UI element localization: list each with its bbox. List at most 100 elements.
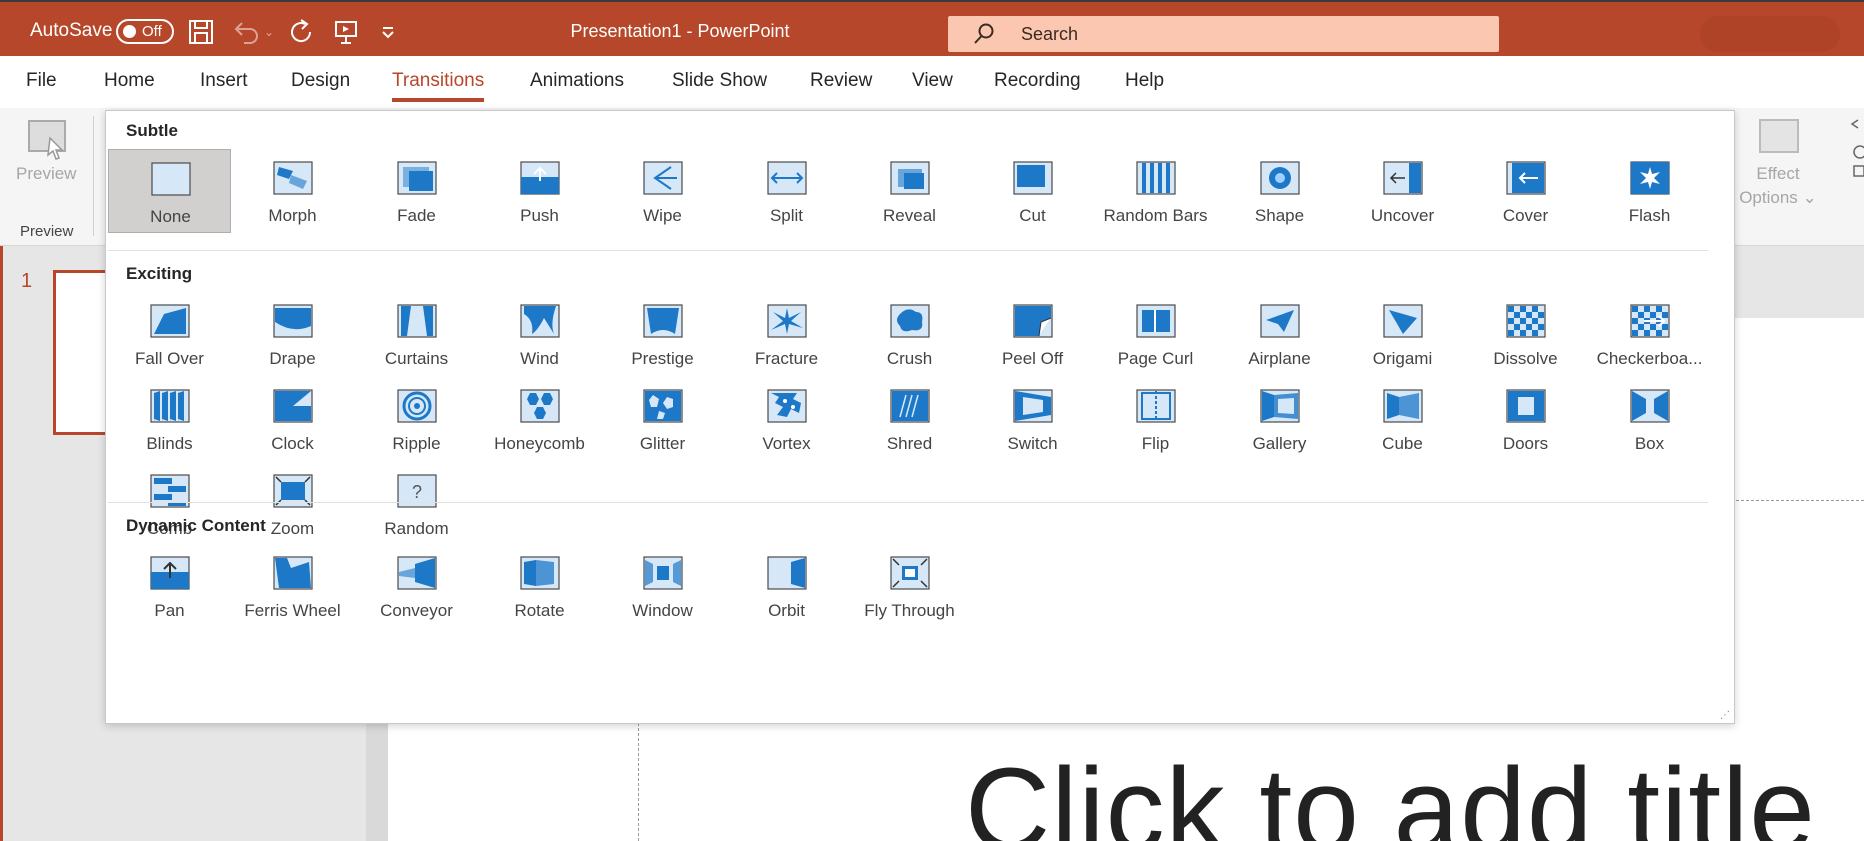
origami-transition-icon (1383, 304, 1423, 338)
none-transition-icon (151, 162, 191, 196)
shape-transition-icon (1260, 161, 1300, 195)
tab-view[interactable]: View (912, 70, 953, 92)
transition-glitter[interactable]: Glitter (601, 377, 724, 461)
transition-label: Honeycomb (494, 434, 585, 453)
ribbon-separator (93, 116, 94, 236)
transition-orbit[interactable]: Orbit (725, 544, 848, 628)
transition-curtains[interactable]: Curtains (355, 292, 478, 376)
effect-options-icon[interactable] (1758, 118, 1800, 161)
fracture-transition-icon (767, 304, 807, 338)
transition-clock[interactable]: Clock (231, 377, 354, 461)
transition-cut[interactable]: Cut (971, 149, 1094, 233)
transition-page-curl[interactable]: Page Curl (1094, 292, 1217, 376)
tab-help[interactable]: Help (1125, 70, 1164, 92)
tab-home[interactable]: Home (104, 70, 155, 92)
transition-origami[interactable]: Origami (1341, 292, 1464, 376)
transition-conveyor[interactable]: Conveyor (355, 544, 478, 628)
transition-flip[interactable]: Flip (1094, 377, 1217, 461)
transition-peel-off[interactable]: Peel Off (971, 292, 1094, 376)
transition-switch[interactable]: Switch (971, 377, 1094, 461)
uncover-transition-icon (1383, 161, 1423, 195)
transition-fall-over[interactable]: Fall Over (108, 292, 231, 376)
transition-honeycomb[interactable]: Honeycomb (478, 377, 601, 461)
transition-prestige[interactable]: Prestige (601, 292, 724, 376)
transition-pan[interactable]: Pan (108, 544, 231, 628)
slide-thumbnail[interactable] (53, 270, 113, 435)
transition-ripple[interactable]: Ripple (355, 377, 478, 461)
effect-options-label[interactable]: Effect Options ⌄ (1738, 162, 1818, 210)
tab-insert[interactable]: Insert (200, 70, 248, 92)
toggle-knob (123, 25, 136, 38)
section-title-dynamic-content: Dynamic Content (126, 516, 266, 535)
placeholder-border (1736, 500, 1864, 501)
transition-rotate[interactable]: Rotate (478, 544, 601, 628)
transition-checkerboa[interactable]: Checkerboa... (1588, 292, 1711, 376)
fly-through-transition-icon (890, 556, 930, 590)
transition-fade[interactable]: Fade (355, 149, 478, 233)
slide-title-placeholder[interactable]: Click to add title (965, 742, 1816, 841)
transition-label: None (150, 207, 191, 226)
transition-box[interactable]: Box (1588, 377, 1711, 461)
autosave-toggle[interactable]: Off (116, 19, 174, 44)
transition-flash[interactable]: Flash (1588, 149, 1711, 233)
transition-dissolve[interactable]: Dissolve (1464, 292, 1587, 376)
tab-slide-show[interactable]: Slide Show (672, 70, 767, 92)
transition-push[interactable]: Push (478, 149, 601, 233)
transition-shape[interactable]: Shape (1218, 149, 1341, 233)
random-bars-transition-icon (1136, 161, 1176, 195)
undo-icon[interactable] (232, 18, 260, 46)
transition-shred[interactable]: Shred (848, 377, 971, 461)
preview-button-label[interactable]: Preview (16, 164, 76, 184)
transition-cover[interactable]: Cover (1464, 149, 1587, 233)
transition-label: Checkerboa... (1596, 349, 1703, 368)
transition-gallery[interactable]: Gallery (1218, 377, 1341, 461)
tab-transitions[interactable]: Transitions (392, 70, 485, 102)
transition-label: Wind (520, 349, 559, 368)
transition-airplane[interactable]: Airplane (1218, 292, 1341, 376)
preview-icon[interactable] (26, 118, 70, 167)
customize-qat-icon[interactable] (380, 18, 396, 46)
transition-label: Flip (1141, 434, 1170, 453)
orbit-transition-icon (767, 556, 807, 590)
tab-review[interactable]: Review (810, 70, 872, 92)
transition-crush[interactable]: Crush (848, 292, 971, 376)
tab-animations[interactable]: Animations (530, 70, 624, 92)
save-icon[interactable] (188, 18, 214, 46)
transition-blinds[interactable]: Blinds (108, 377, 231, 461)
transition-morph[interactable]: Morph (231, 149, 354, 233)
tab-file[interactable]: File (26, 70, 57, 92)
transition-uncover[interactable]: Uncover (1341, 149, 1464, 233)
search-box[interactable]: Search (948, 16, 1499, 52)
transition-random-bars[interactable]: Random Bars (1094, 149, 1217, 233)
clock-transition-icon (273, 389, 313, 423)
transition-label: Prestige (631, 349, 694, 368)
tab-design[interactable]: Design (291, 70, 350, 92)
transition-reveal[interactable]: Reveal (848, 149, 971, 233)
transition-ferris-wheel[interactable]: Ferris Wheel (231, 544, 354, 628)
resize-grip-icon[interactable]: ⋰ (1720, 710, 1730, 721)
transition-split[interactable]: Split (725, 149, 848, 233)
transition-label: Push (520, 206, 559, 225)
transition-fracture[interactable]: Fracture (725, 292, 848, 376)
account-area[interactable] (1700, 16, 1840, 52)
tab-recording[interactable]: Recording (994, 70, 1081, 92)
checkerboa-transition-icon (1630, 304, 1670, 338)
transition-label: Fade (397, 206, 436, 225)
present-icon[interactable] (333, 18, 359, 46)
transition-window[interactable]: Window (601, 544, 724, 628)
transition-cube[interactable]: Cube (1341, 377, 1464, 461)
transition-random[interactable]: ? Random (355, 462, 478, 546)
transition-label: Drape (269, 349, 316, 368)
transition-label: Rotate (514, 601, 565, 620)
section-title-exciting: Exciting (126, 264, 193, 283)
undo-dropdown-icon[interactable]: ⌄ (264, 18, 274, 46)
svg-text:?: ? (412, 482, 422, 502)
transition-drape[interactable]: Drape (231, 292, 354, 376)
transition-doors[interactable]: Doors (1464, 377, 1587, 461)
transition-none[interactable]: None (108, 149, 231, 233)
transition-wind[interactable]: Wind (478, 292, 601, 376)
transition-wipe[interactable]: Wipe (601, 149, 724, 233)
transition-fly-through[interactable]: Fly Through (848, 544, 971, 628)
redo-icon[interactable] (288, 18, 316, 46)
transition-vortex[interactable]: Vortex (725, 377, 848, 461)
